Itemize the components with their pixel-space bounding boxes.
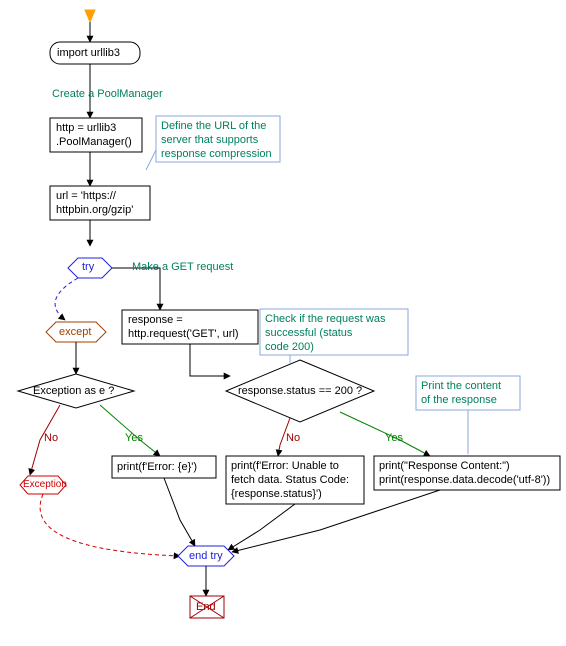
url-node bbox=[50, 186, 150, 220]
annot-check-box bbox=[260, 309, 408, 355]
print-ok-node bbox=[374, 456, 560, 490]
flowchart-canvas bbox=[0, 0, 566, 646]
print-err-node bbox=[112, 456, 216, 478]
exception-node bbox=[20, 476, 66, 494]
print-fail-node bbox=[226, 456, 364, 504]
status200-node bbox=[226, 360, 374, 422]
import-node bbox=[50, 42, 140, 64]
annot-url-box bbox=[156, 116, 280, 162]
endtry-node bbox=[178, 546, 234, 566]
end-node bbox=[190, 596, 224, 618]
poolmanager-node bbox=[50, 118, 142, 152]
start-node bbox=[85, 10, 95, 22]
exc-as-e-node bbox=[18, 374, 134, 408]
annot-print-box bbox=[416, 376, 520, 410]
try-node bbox=[68, 258, 112, 278]
except-node bbox=[46, 322, 106, 342]
request-node bbox=[122, 310, 258, 344]
